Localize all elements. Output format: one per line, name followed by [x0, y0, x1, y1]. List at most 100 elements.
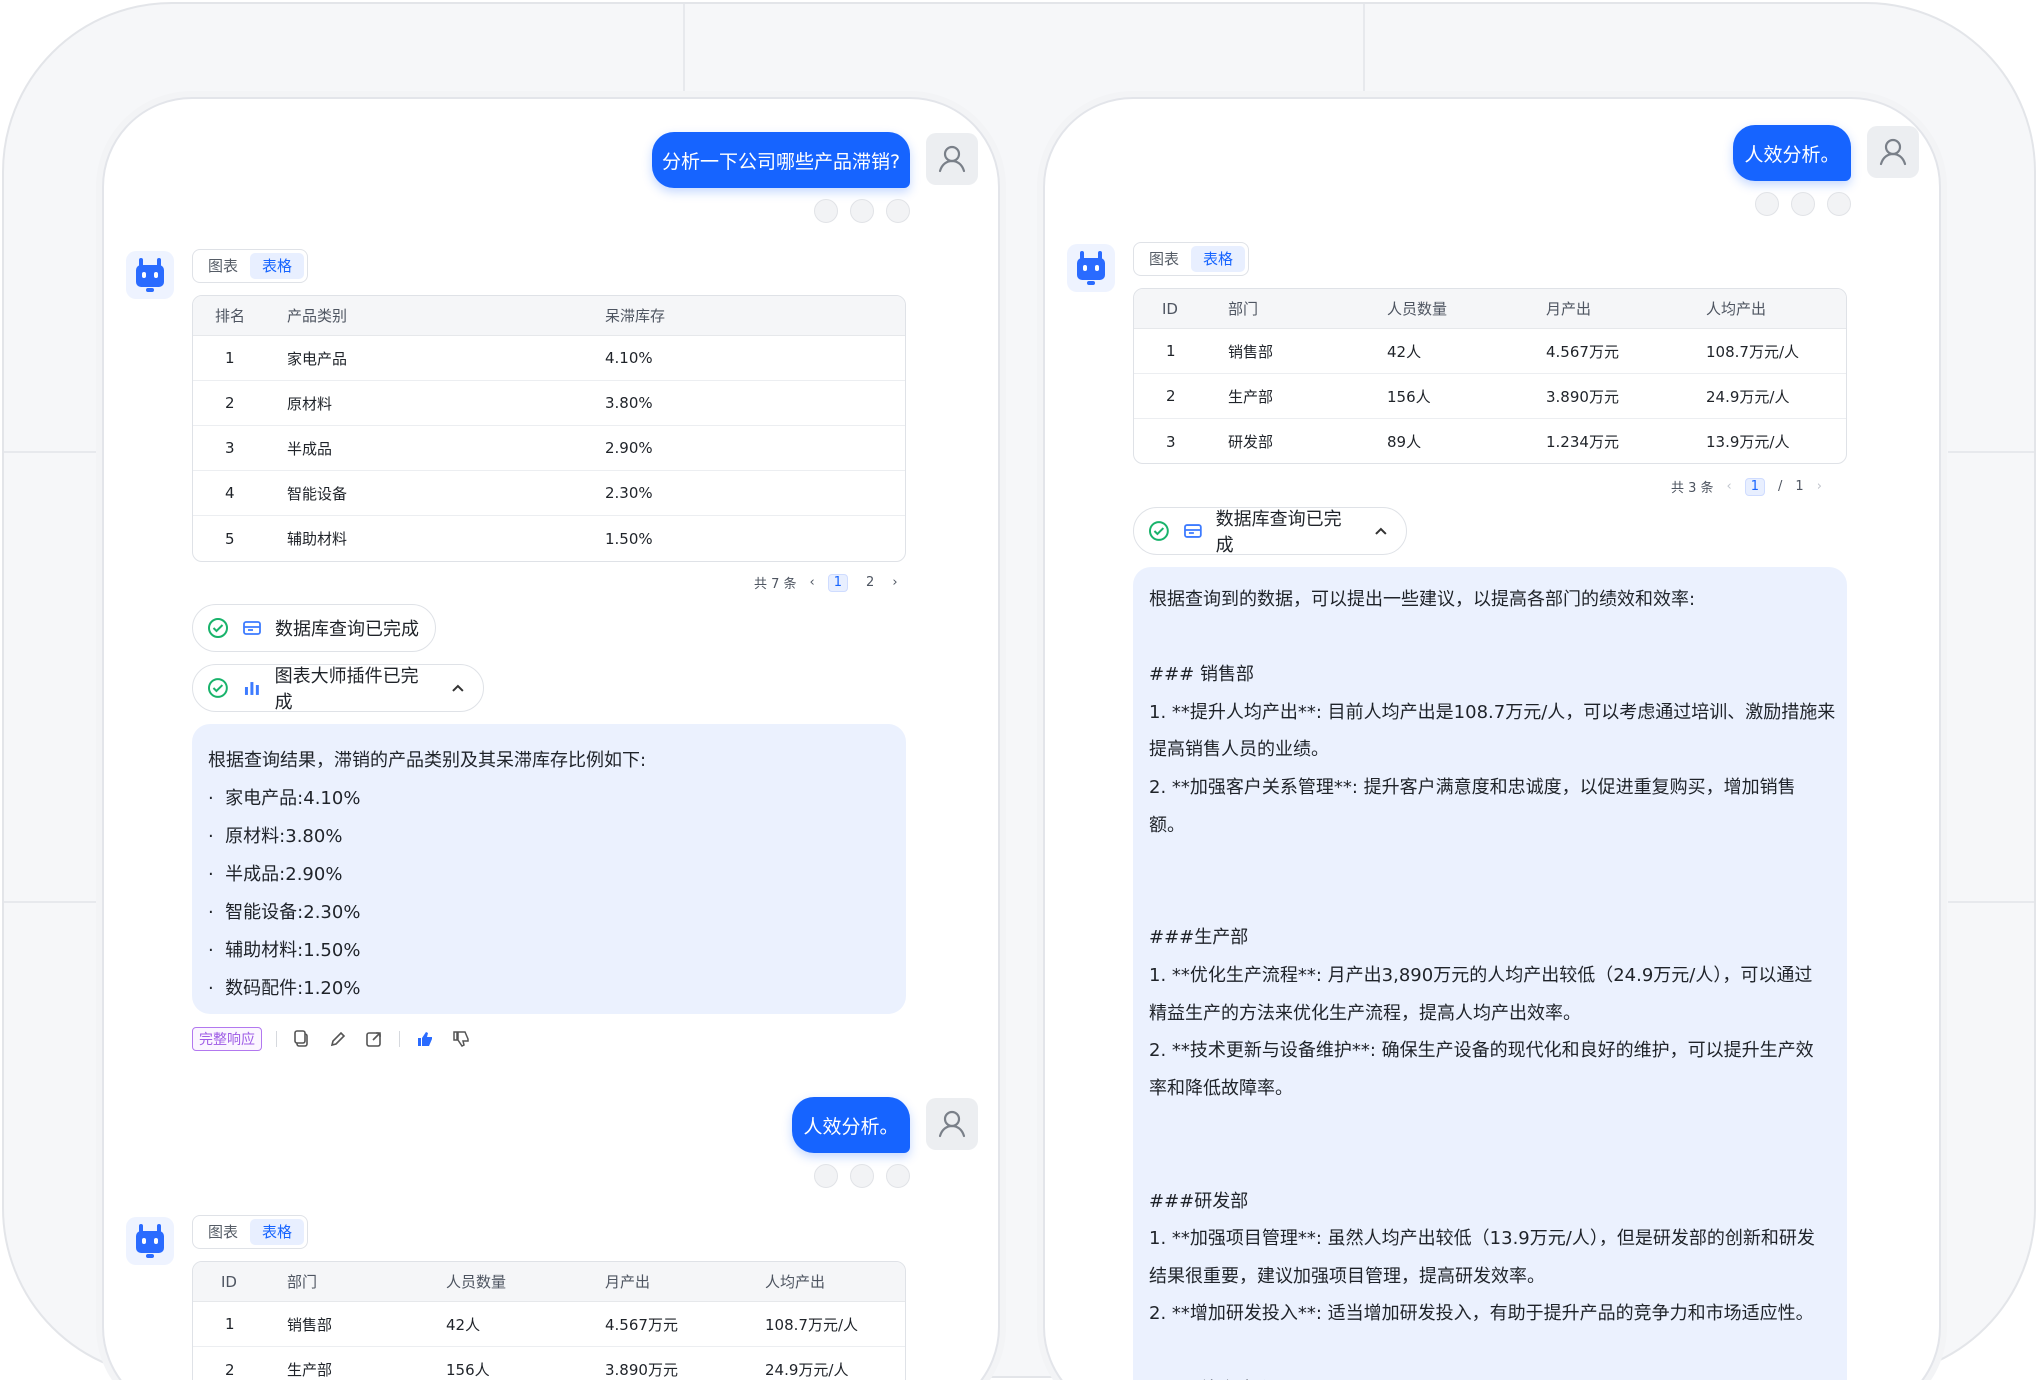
answer-line: 提高销售人员的业绩。 — [1149, 739, 1329, 761]
bot-avatar-icon — [124, 249, 176, 301]
table-cell: 3.890万元 — [605, 1361, 678, 1379]
thumb-down-icon[interactable] — [450, 1028, 472, 1050]
list-item: · 智能设备:2.30% — [208, 902, 361, 923]
table-cell: 3 — [225, 439, 235, 457]
refresh-icon[interactable] — [850, 199, 874, 223]
database-icon — [1183, 524, 1202, 538]
answer-line: 结果很重要，建议加强项目管理，提高研发效率。 — [1149, 1265, 1545, 1287]
chevron-up-icon — [1375, 527, 1387, 535]
table-row: 1 销售部 42人 4.567万元 108.7万元/人 — [193, 1302, 905, 1347]
product-table: 排名 产品类别 呆滞库存 1 家电产品 4.10% 2 原材料 3.80% 3 半成品 2.… — [192, 295, 906, 562]
pagination: 共 7 条 ‹ 1 2 › — [754, 573, 898, 592]
chat-panel-right: 人效分析。 图表 表格 ID 部门 人员数量 月产出 人均产出 1 销售部 42人 4… — [1043, 97, 1941, 1380]
table-row: 2 生产部 156人 3.890万元 24.9万元/人 — [1134, 374, 1846, 419]
table-cell: 1.234万元 — [1546, 433, 1619, 451]
delete-icon[interactable] — [1827, 192, 1851, 216]
delete-icon[interactable] — [886, 199, 910, 223]
user-avatar-icon — [926, 133, 978, 185]
answer-line: 额。 — [1149, 814, 1185, 836]
table-cell: 1 — [225, 1315, 235, 1333]
chart-plugin-status[interactable]: 图表大师插件已完成 — [192, 664, 484, 713]
column-header: 人均产出 — [1706, 300, 1767, 318]
status-text: 图表大师插件已完成 — [274, 666, 419, 713]
table-cell: 24.9万元/人 — [765, 1361, 849, 1379]
page-1[interactable]: 1 — [827, 573, 849, 592]
next-page-button[interactable]: › — [892, 575, 897, 590]
table-header: 排名 产品类别 呆滞库存 — [193, 296, 905, 336]
share-icon[interactable] — [363, 1028, 385, 1050]
column-header: 月产出 — [1546, 300, 1592, 318]
check-circle-icon — [207, 678, 228, 698]
copy-icon[interactable] — [1755, 192, 1779, 216]
db-query-status[interactable]: 数据库查询已完成 — [1133, 507, 1407, 556]
table-cell: 生产部 — [287, 1361, 333, 1379]
table-cell: 2 — [225, 1360, 235, 1379]
table-cell: 108.7万元/人 — [765, 1315, 858, 1334]
user-avatar-icon — [926, 1098, 978, 1150]
tab-table[interactable]: 表格 — [1191, 246, 1246, 272]
view-tabs: 图表 表格 — [1133, 242, 1250, 276]
view-tabs: 图表 表格 — [192, 1215, 309, 1249]
copy-icon[interactable] — [291, 1028, 313, 1050]
total-count: 共 3 条 — [1671, 481, 1714, 496]
refresh-icon[interactable] — [1791, 192, 1815, 216]
table-row: 1 销售部 42人 4.567万元 108.7万元/人 — [1134, 329, 1846, 374]
refresh-icon[interactable] — [850, 1164, 874, 1188]
user-message-bubble: 人效分析。 — [1733, 125, 1851, 181]
prev-page-button[interactable]: ‹ — [810, 575, 815, 590]
answer-intro: 根据查询结果，滞销的产品类别及其呆滞库存比例如下: — [208, 750, 647, 771]
table-cell: 原材料 — [287, 394, 333, 413]
complete-response-badge: 完整响应 — [192, 1027, 262, 1051]
copy-icon[interactable] — [814, 199, 838, 223]
table-cell: 3 — [1166, 432, 1176, 451]
bar-chart-icon — [244, 682, 259, 695]
table-row: 2 生产部 156人 3.890万元 24.9万元/人 — [193, 1347, 905, 1380]
column-header: 人员数量 — [1387, 300, 1448, 318]
delete-icon[interactable] — [886, 1164, 910, 1188]
table-cell: 4 — [225, 484, 235, 502]
table-cell: 42人 — [446, 1315, 481, 1334]
bot-avatar-icon — [1065, 242, 1117, 294]
table-cell: 2 — [1166, 387, 1176, 405]
tab-chart[interactable]: 图表 — [196, 1219, 250, 1245]
answer-line: 1. **加强项目管理**: 虽然人均产出较低（13.9万元/人），但是研发部的… — [1149, 1228, 1815, 1250]
table-cell: 3.890万元 — [1546, 387, 1619, 406]
view-tabs: 图表 表格 — [192, 249, 309, 283]
table-cell: 销售部 — [1228, 342, 1274, 361]
table-cell: 半成品 — [287, 439, 333, 458]
pagination: 共 3 条 ‹ 1 / 1 › — [1671, 477, 1822, 496]
table-cell: 4.567万元 — [1546, 342, 1619, 361]
edit-icon[interactable] — [327, 1028, 349, 1050]
answer-card: 根据查询结果，滞销的产品类别及其呆滞库存比例如下: · 家电产品:4.10% ·… — [192, 724, 906, 1014]
tab-chart[interactable]: 图表 — [196, 253, 250, 279]
table-cell: 156人 — [1387, 387, 1431, 406]
thumb-up-icon[interactable] — [414, 1028, 436, 1050]
answer-line: 率和降低故障率。 — [1149, 1077, 1293, 1099]
tab-table[interactable]: 表格 — [250, 1219, 305, 1245]
copy-icon[interactable] — [814, 1164, 838, 1188]
bot-avatar-icon — [124, 1215, 176, 1267]
prev-page-button[interactable]: ‹ — [1727, 479, 1732, 494]
table-cell: 2.30% — [605, 484, 653, 502]
tab-chart[interactable]: 图表 — [1137, 246, 1191, 272]
list-item: · 半成品:2.90% — [208, 864, 343, 885]
db-query-status[interactable]: 数据库查询已完成 — [192, 604, 436, 652]
tab-table[interactable]: 表格 — [250, 253, 305, 279]
page-current[interactable]: 1 — [1744, 477, 1766, 496]
answer-feedback-bar: 完整响应 — [192, 1027, 472, 1051]
table-cell: 研发部 — [1228, 433, 1274, 451]
table-cell: 销售部 — [287, 1315, 333, 1334]
page-2[interactable]: 2 — [861, 574, 879, 592]
column-header: ID — [221, 1272, 237, 1291]
next-page-button[interactable]: › — [1817, 479, 1822, 494]
chevron-up-icon — [452, 684, 464, 692]
column-header: 月产出 — [605, 1273, 651, 1291]
table-row: 3 半成品 2.90% — [193, 426, 905, 471]
mockup-canvas: 分析一下公司哪些产品滞销? 图表 表格 排名 产品类别 呆滞库存 1 家电产品 4.… — [0, 0, 2040, 1380]
table-row: 1 家电产品 4.10% — [193, 336, 905, 381]
total-count: 共 7 条 — [754, 577, 797, 592]
answer-line: ###生产部 — [1149, 927, 1249, 949]
table-cell: 24.9万元/人 — [1706, 387, 1790, 406]
table-cell: 156人 — [446, 1361, 490, 1379]
table-cell: 辅助材料 — [287, 530, 348, 548]
